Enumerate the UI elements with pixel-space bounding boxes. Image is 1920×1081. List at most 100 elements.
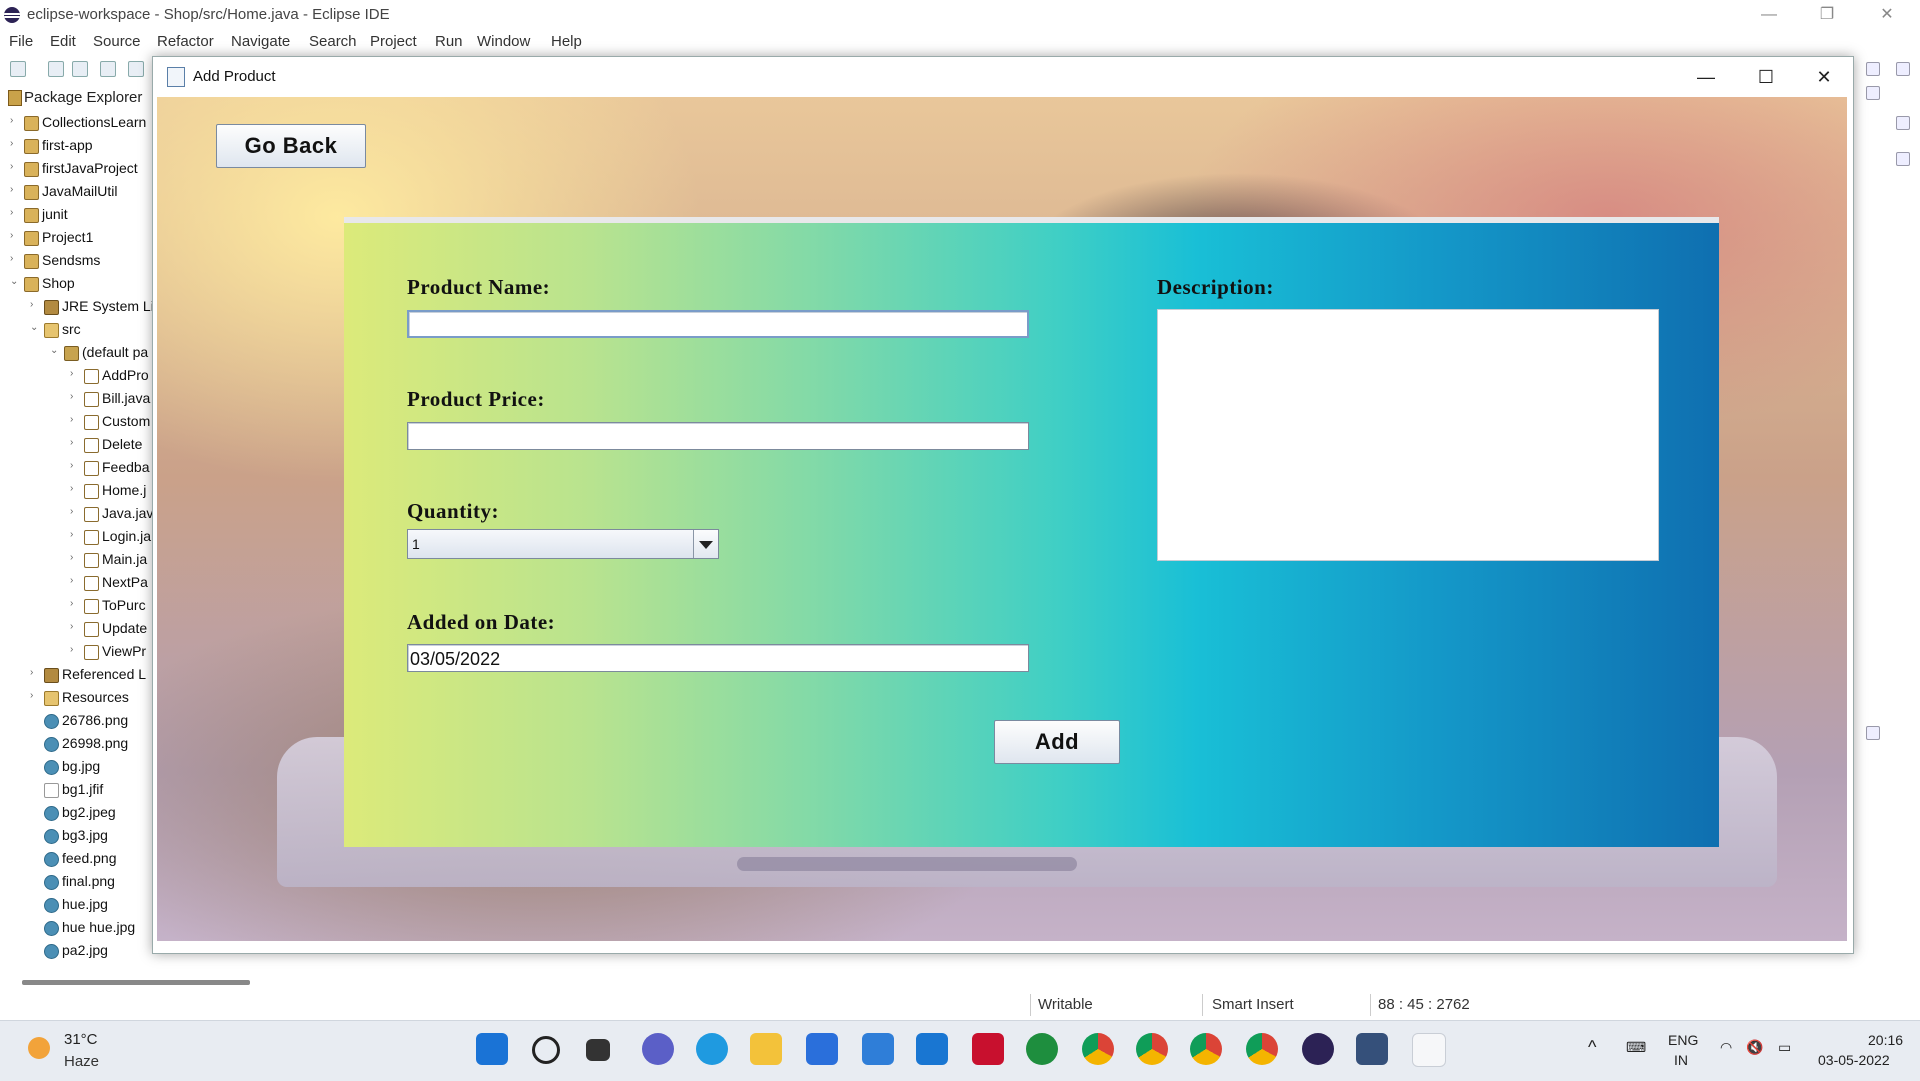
tree-twisty-icon[interactable]: › xyxy=(10,138,20,149)
weather-haze-icon[interactable] xyxy=(28,1037,50,1059)
perspective-icon[interactable] xyxy=(1866,62,1880,76)
tree-item-label: pa2.jpg xyxy=(62,942,108,958)
maximize-view-icon[interactable] xyxy=(1866,726,1880,740)
task-view-icon[interactable] xyxy=(586,1039,610,1061)
chrome-icon[interactable] xyxy=(1190,1033,1222,1065)
weather-description[interactable]: Haze xyxy=(64,1053,99,1070)
quantity-dropdown[interactable]: 1 xyxy=(407,529,719,559)
chrome-icon[interactable] xyxy=(1082,1033,1114,1065)
tree-twisty-icon[interactable]: › xyxy=(70,529,80,540)
store-icon[interactable] xyxy=(806,1033,838,1065)
tree-twisty-icon[interactable]: › xyxy=(70,414,80,425)
mcafee-icon[interactable] xyxy=(972,1033,1004,1065)
product-name-input[interactable] xyxy=(407,310,1029,338)
menu-edit[interactable]: Edit xyxy=(50,33,76,50)
tree-twisty-icon[interactable]: › xyxy=(10,161,20,172)
menu-search[interactable]: Search xyxy=(309,33,357,50)
tree-twisty-icon[interactable]: › xyxy=(70,644,80,655)
tree-item-label: src xyxy=(62,321,81,337)
debug-icon[interactable] xyxy=(128,61,144,77)
product-price-input[interactable] xyxy=(407,422,1029,450)
eclipse-icon[interactable] xyxy=(1302,1033,1334,1065)
close-icon[interactable]: ✕ xyxy=(1864,2,1910,28)
tree-twisty-icon[interactable]: ⌄ xyxy=(30,322,40,333)
add-button[interactable]: Add xyxy=(994,720,1120,764)
outline-icon[interactable] xyxy=(1896,116,1910,130)
tree-twisty-icon[interactable]: › xyxy=(10,115,20,126)
minimize-view-icon[interactable] xyxy=(1866,86,1880,100)
tree-twisty-icon[interactable]: › xyxy=(70,483,80,494)
java-perspective-icon[interactable] xyxy=(1896,62,1910,76)
volume-mute-icon[interactable]: 🔇 xyxy=(1746,1039,1763,1056)
restore-icon[interactable]: ❐ xyxy=(1804,2,1850,28)
tree-twisty-icon[interactable]: › xyxy=(70,598,80,609)
menu-file[interactable]: File xyxy=(9,33,33,50)
terminal-icon[interactable] xyxy=(100,61,116,77)
dialog-close-icon[interactable]: ✕ xyxy=(1801,63,1847,91)
language-region[interactable]: IN xyxy=(1674,1052,1688,1068)
menu-run[interactable]: Run xyxy=(435,33,463,50)
tree-twisty-icon[interactable]: › xyxy=(70,460,80,471)
tree-twisty-icon[interactable]: › xyxy=(70,391,80,402)
new-icon[interactable] xyxy=(10,61,26,77)
clock-time[interactable]: 20:16 xyxy=(1868,1032,1903,1048)
tray-chevron-up-icon[interactable]: ^ xyxy=(1588,1037,1596,1058)
language-indicator[interactable]: ENG xyxy=(1668,1032,1698,1048)
added-on-date-input[interactable]: 03/05/2022 xyxy=(407,644,1029,672)
tree-twisty-icon[interactable]: › xyxy=(70,575,80,586)
search-icon[interactable] xyxy=(532,1036,560,1064)
package-explorer-scrollbar[interactable] xyxy=(22,980,250,985)
package-explorer-header[interactable]: Package Explorer xyxy=(0,86,156,110)
tree-twisty-icon[interactable]: › xyxy=(10,184,20,195)
tree-item-label: bg2.jpeg xyxy=(62,804,116,820)
tree-twisty-icon[interactable]: › xyxy=(30,690,40,701)
go-back-button[interactable]: Go Back xyxy=(216,124,366,168)
windows-start-icon[interactable] xyxy=(476,1033,508,1065)
mail-icon[interactable] xyxy=(862,1033,894,1065)
save-icon[interactable] xyxy=(48,61,64,77)
save-all-icon[interactable] xyxy=(72,61,88,77)
quantity-value: 1 xyxy=(412,536,420,552)
chat-icon[interactable] xyxy=(642,1033,674,1065)
l-app-icon[interactable] xyxy=(916,1033,948,1065)
chevron-down-icon[interactable] xyxy=(693,530,718,558)
tree-twisty-icon[interactable]: › xyxy=(70,506,80,517)
img-icon xyxy=(44,737,59,752)
wifi-icon[interactable]: ◠ xyxy=(1720,1039,1732,1056)
description-textarea[interactable] xyxy=(1157,309,1659,561)
weather-temperature[interactable]: 31°C xyxy=(64,1031,98,1048)
chrome-icon[interactable] xyxy=(1136,1033,1168,1065)
menu-project[interactable]: Project xyxy=(370,33,417,50)
file-explorer-icon[interactable] xyxy=(750,1033,782,1065)
java-icon[interactable] xyxy=(1412,1033,1446,1067)
chrome-icon[interactable] xyxy=(1246,1033,1278,1065)
tree-twisty-icon[interactable]: ⌄ xyxy=(50,345,60,356)
tree-twisty-icon[interactable]: › xyxy=(70,437,80,448)
tree-twisty-icon[interactable]: › xyxy=(10,207,20,218)
snipping-icon[interactable] xyxy=(1356,1033,1388,1065)
clock-date[interactable]: 03-05-2022 xyxy=(1818,1052,1890,1068)
tree-twisty-icon[interactable]: › xyxy=(70,552,80,563)
dialog-minimize-icon[interactable]: — xyxy=(1683,63,1729,91)
tree-twisty-icon[interactable]: › xyxy=(10,253,20,264)
keyboard-icon[interactable]: ⌨ xyxy=(1626,1039,1646,1056)
tree-twisty-icon[interactable]: › xyxy=(70,621,80,632)
menu-source[interactable]: Source xyxy=(93,33,141,50)
minimize-icon[interactable]: — xyxy=(1746,2,1792,28)
tree-twisty-icon[interactable]: › xyxy=(10,230,20,241)
menu-navigate[interactable]: Navigate xyxy=(231,33,290,50)
menu-refactor[interactable]: Refactor xyxy=(157,33,214,50)
tree-twisty-icon[interactable]: ⌄ xyxy=(10,276,20,287)
battery-icon[interactable]: ▭ xyxy=(1778,1039,1791,1056)
tree-twisty-icon[interactable]: › xyxy=(30,299,40,310)
xbox-icon[interactable] xyxy=(1026,1033,1058,1065)
tree-twisty-icon[interactable]: › xyxy=(70,368,80,379)
dialog-maximize-icon[interactable]: ☐ xyxy=(1743,63,1789,91)
edge-icon[interactable] xyxy=(696,1033,728,1065)
task-list-icon[interactable] xyxy=(1896,152,1910,166)
menu-window[interactable]: Window xyxy=(477,33,530,50)
eclipse-status-bar: Writable Smart Insert 88 : 45 : 2762 xyxy=(0,990,1920,1020)
menu-help[interactable]: Help xyxy=(551,33,582,50)
java-icon xyxy=(84,530,99,545)
tree-twisty-icon[interactable]: › xyxy=(30,667,40,678)
